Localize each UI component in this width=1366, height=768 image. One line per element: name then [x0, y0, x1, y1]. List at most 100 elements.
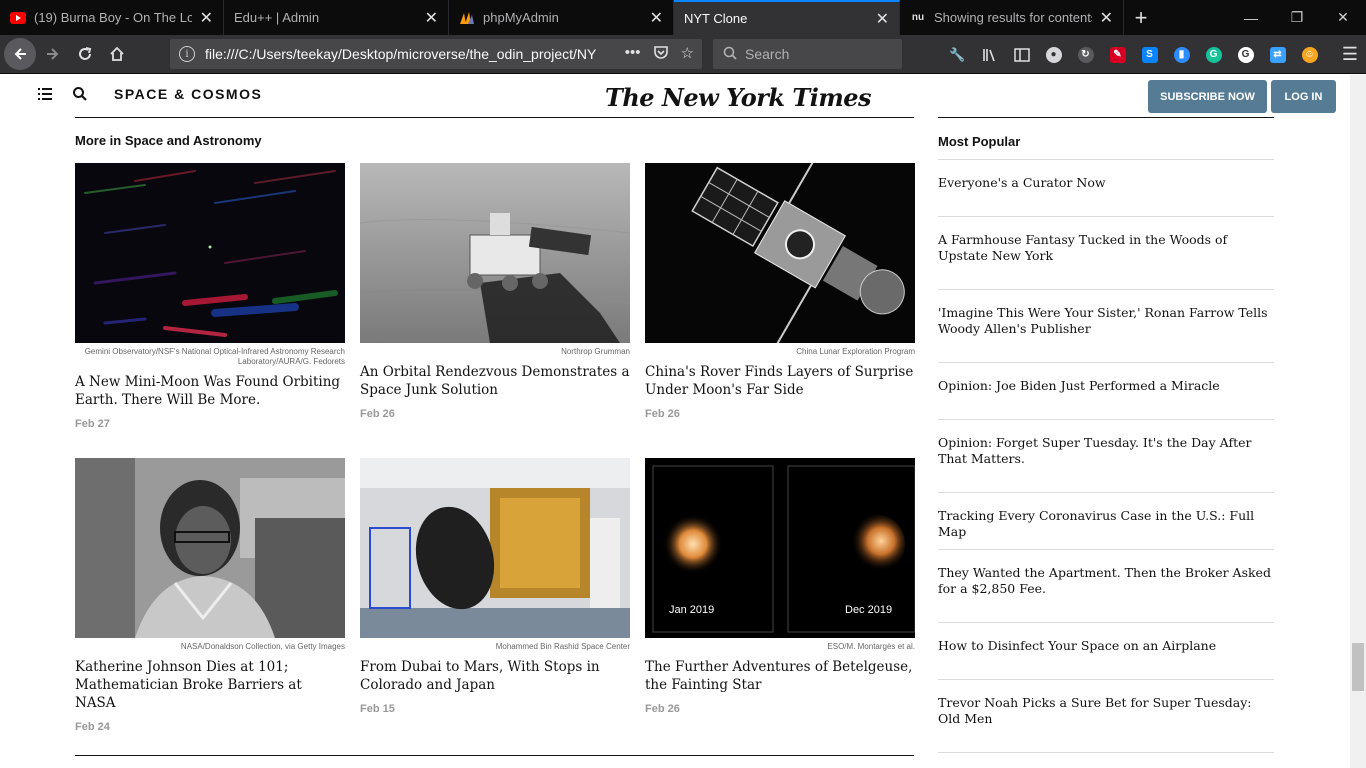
panel-label-right: Dec 2019: [845, 604, 893, 616]
article-card[interactable]: China Lunar Exploration Program China's …: [645, 163, 915, 420]
photo-credit: Northrop Grumman: [561, 347, 630, 356]
page-actions-icon[interactable]: •••: [625, 44, 641, 64]
skype-extension-icon[interactable]: S: [1138, 46, 1161, 64]
new-tab-button[interactable]: +: [1124, 0, 1158, 35]
back-arrow-icon: [14, 48, 26, 60]
navigation-toolbar: i file:///C:/Users/teekay/Desktop/microv…: [0, 35, 1366, 74]
site-info-icon[interactable]: i: [179, 46, 195, 62]
article-headline[interactable]: China's Rover Finds Layers of Surprise U…: [645, 363, 915, 399]
restore-button[interactable]: ❐: [1274, 0, 1320, 35]
bookmark-star-icon[interactable]: ☆: [681, 44, 694, 64]
close-tab-icon[interactable]: ✕: [650, 8, 663, 28]
most-popular-item[interactable]: Trevor Noah Picks a Sure Bet for Super T…: [938, 695, 1274, 727]
tab-search-results[interactable]: nu Showing results for contents o ✕: [900, 0, 1124, 35]
most-popular-item[interactable]: Opinion: Forget Super Tuesday. It's the …: [938, 435, 1274, 467]
most-popular-item[interactable]: Everyone's a Curator Now: [938, 175, 1274, 191]
divider: [938, 549, 1274, 550]
scrollbar-thumb[interactable]: [1352, 643, 1364, 691]
article-date: Feb 26: [360, 408, 395, 420]
article-date: Feb 27: [75, 418, 110, 430]
close-tab-icon[interactable]: ✕: [876, 9, 889, 29]
photo-credit: Mohammed Bin Rashid Space Center: [495, 642, 630, 651]
login-button[interactable]: LOG IN: [1271, 80, 1336, 113]
reload-button[interactable]: [70, 39, 100, 69]
tab-nyt-clone[interactable]: NYT Clone ✕: [674, 0, 900, 35]
most-popular-item[interactable]: A Farmhouse Fantasy Tucked in the Woods …: [938, 232, 1274, 264]
divider: [938, 752, 1274, 753]
photo-credit: ESO/M. Montargès et al.: [827, 642, 915, 651]
back-button[interactable]: [4, 38, 36, 70]
pen-extension-icon[interactable]: ✎: [1106, 46, 1129, 64]
close-tab-icon[interactable]: ✕: [1100, 8, 1113, 28]
article-image-betelgeuse[interactable]: Jan 2019 Dec 2019: [645, 458, 915, 638]
nyt-logo[interactable]: The New York Times: [605, 83, 872, 112]
wrench-icon[interactable]: 🔧: [946, 46, 969, 64]
article-image-orbital-rendezvous[interactable]: [360, 163, 630, 343]
subscribe-button[interactable]: SUBSCRIBE NOW: [1148, 80, 1267, 113]
zoom-extension-icon[interactable]: ▮: [1170, 46, 1193, 64]
sync-icon[interactable]: ↻: [1074, 46, 1097, 64]
divider: [938, 362, 1274, 363]
nu-icon: nu: [911, 12, 925, 23]
phpmyadmin-icon: [459, 10, 475, 26]
vertical-scrollbar[interactable]: [1350, 75, 1366, 768]
search-bar[interactable]: Search: [713, 39, 902, 69]
article-card[interactable]: Mohammed Bin Rashid Space Center From Du…: [360, 458, 630, 715]
photo-credit: NASA/Donaldson Collection, via Getty Ima…: [180, 642, 345, 651]
url-text[interactable]: file:///C:/Users/teekay/Desktop/microver…: [205, 46, 625, 62]
minimize-button[interactable]: —: [1228, 0, 1274, 35]
pocket-icon[interactable]: [653, 44, 669, 64]
tab-youtube[interactable]: (19) Burna Boy - On The Low (O ✕: [0, 0, 224, 35]
most-popular-item[interactable]: How to Disinfect Your Space on an Airpla…: [938, 638, 1274, 654]
tab-edu-admin[interactable]: Edu++ | Admin ✕: [224, 0, 449, 35]
most-popular-item[interactable]: They Wanted the Apartment. Then the Brok…: [938, 565, 1274, 597]
most-popular-item[interactable]: 'Imagine This Were Your Sister,' Ronan F…: [938, 305, 1274, 337]
article-headline[interactable]: From Dubai to Mars, With Stops in Colora…: [360, 658, 630, 694]
section-menu-icon[interactable]: [38, 87, 52, 101]
search-icon[interactable]: [72, 86, 90, 104]
photo-credit: China Lunar Exploration Program: [796, 347, 915, 356]
article-headline[interactable]: The Further Adventures of Betelgeuse, th…: [645, 658, 915, 694]
sidebar-icon[interactable]: [1010, 46, 1033, 64]
close-window-button[interactable]: ✕: [1320, 0, 1366, 35]
most-popular-item[interactable]: Opinion: Joe Biden Just Performed a Mira…: [938, 378, 1274, 394]
emoji-extension-icon[interactable]: ☺: [1298, 46, 1321, 64]
address-bar[interactable]: i file:///C:/Users/teekay/Desktop/microv…: [170, 39, 702, 69]
article-date: Feb 24: [75, 721, 110, 733]
forward-button[interactable]: [38, 39, 68, 69]
article-card[interactable]: Gemini Observatory/NSF's National Optica…: [75, 163, 345, 430]
grammar-extension-icon[interactable]: G: [1234, 46, 1257, 64]
divider: [938, 289, 1274, 290]
tab-title: NYT Clone: [684, 11, 748, 26]
account-icon[interactable]: ●: [1042, 46, 1065, 64]
article-image-dubai-mars[interactable]: [360, 458, 630, 638]
translate-extension-icon[interactable]: ⇄: [1266, 46, 1289, 64]
article-image-china-rover[interactable]: [645, 163, 915, 343]
divider: [938, 622, 1274, 623]
tab-bar: (19) Burna Boy - On The Low (O ✕ Edu++ |…: [0, 0, 1366, 35]
article-headline[interactable]: Katherine Johnson Dies at 101; Mathemati…: [75, 658, 345, 712]
article-card[interactable]: Jan 2019 Dec 2019 ESO/M. Montargès et al…: [645, 458, 915, 715]
page-content: SPACE & COSMOS The New York Times SUBSCR…: [0, 75, 1350, 768]
article-image-katherine-johnson[interactable]: [75, 458, 345, 638]
library-icon[interactable]: [978, 46, 1001, 64]
article-headline[interactable]: A New Mini-Moon Was Found Orbiting Earth…: [75, 373, 345, 409]
home-button[interactable]: [102, 39, 132, 69]
close-tab-icon[interactable]: ✕: [200, 8, 213, 28]
article-card[interactable]: Northrop Grumman An Orbital Rendezvous D…: [360, 163, 630, 420]
article-headline[interactable]: An Orbital Rendezvous Demonstrates a Spa…: [360, 363, 630, 399]
article-card[interactable]: NASA/Donaldson Collection, via Getty Ima…: [75, 458, 345, 733]
grammarly-extension-icon[interactable]: G: [1202, 46, 1225, 64]
search-placeholder: Search: [745, 46, 790, 62]
toolbar-extensions: 🔧 ● ↻ ✎ S ▮ G G ⇄ ☺: [946, 35, 1321, 74]
close-tab-icon[interactable]: ✕: [425, 8, 438, 28]
article-date: Feb 26: [645, 703, 680, 715]
tab-phpmyadmin[interactable]: phpMyAdmin ✕: [449, 0, 674, 35]
divider: [938, 492, 1274, 493]
divider: [938, 216, 1274, 217]
hamburger-menu-icon[interactable]: ☰: [1342, 44, 1358, 65]
section-title[interactable]: SPACE & COSMOS: [114, 86, 262, 102]
most-popular-item[interactable]: Tracking Every Coronavirus Case in the U…: [938, 508, 1274, 540]
article-image-mini-moon[interactable]: [75, 163, 345, 343]
home-icon: [110, 46, 124, 61]
